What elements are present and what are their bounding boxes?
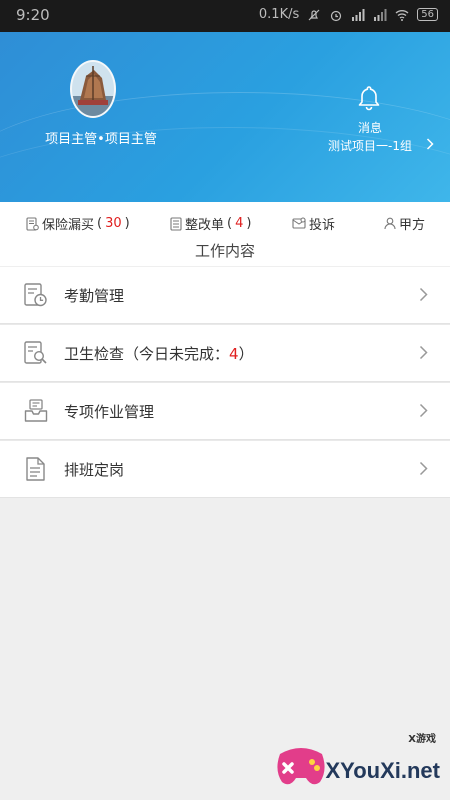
chevron-right-icon — [419, 345, 428, 360]
alarm-icon — [331, 10, 342, 21]
status-time: 9:20 — [16, 6, 50, 24]
network-speed: 0.1K/s — [258, 7, 300, 22]
hygiene-pending-count: 4 — [229, 345, 239, 363]
avatar[interactable] — [70, 60, 116, 118]
hygiene-label: 卫生检查（今日未完成： — [64, 345, 230, 363]
section-title: 工作内容 — [194, 242, 255, 260]
menu-item-special-task[interactable]: 专项作业管理 — [0, 382, 450, 440]
chevron-right-icon — [419, 287, 428, 302]
menu-item-attendance[interactable]: 考勤管理 — [0, 267, 450, 324]
gamepad-logo-icon — [277, 748, 325, 785]
watermark-site: XYouXi.net — [325, 758, 441, 783]
profile-header: 项目主管•项目主管 消息 测试项目一-1组 — [0, 32, 450, 202]
insurance-icon — [26, 216, 39, 231]
menu-item-hygiene-check[interactable]: 卫生检查（今日未完成：4） — [0, 324, 450, 382]
quick-rectification[interactable]: 整改单(4) — [170, 214, 251, 233]
quick-rectification-count: 4 — [235, 216, 244, 231]
client-icon — [384, 217, 396, 230]
messages-link[interactable]: 消息 — [340, 119, 400, 136]
menu-item-label: 排班定岗 — [64, 461, 125, 479]
quick-insurance-count: 30 — [105, 216, 122, 231]
menu-item-label: 专项作业管理 — [64, 403, 155, 421]
complaint-icon — [292, 217, 306, 229]
attendance-icon — [24, 283, 47, 307]
quick-client[interactable]: 甲方 — [384, 214, 425, 233]
quick-insurance-label: 保险漏买 — [42, 218, 95, 233]
work-menu: 考勤管理 卫生检查（今日未完成：4） 专项作业管理 排班定岗 — [0, 267, 450, 498]
special-task-icon — [24, 399, 48, 422]
watermark-tag: X游戏 — [408, 734, 436, 745]
hygiene-check-icon — [24, 341, 47, 364]
signal-icon — [352, 8, 365, 21]
hygiene-label-suffix: ） — [238, 345, 254, 363]
schedule-icon — [26, 457, 45, 481]
chevron-right-icon — [419, 461, 428, 476]
menu-item-label: 考勤管理 — [64, 287, 125, 305]
quick-rectification-label: 整改单 — [185, 218, 225, 233]
quick-complaint-label: 投诉 — [309, 218, 336, 233]
quick-complaint[interactable]: 投诉 — [292, 214, 335, 233]
bell-icon[interactable] — [356, 84, 382, 112]
watermark: X游戏 XYouXi.net — [272, 728, 442, 792]
mute-icon — [308, 9, 320, 20]
quick-actions: 保险漏买(30) 整改单(4) 投诉 甲方 工作内容 — [0, 202, 450, 266]
menu-item-schedule[interactable]: 排班定岗 — [0, 440, 450, 498]
chevron-right-icon[interactable] — [426, 138, 434, 150]
avatar-image — [72, 62, 114, 116]
chevron-right-icon — [419, 403, 428, 418]
quick-client-label: 甲方 — [399, 218, 426, 233]
battery-indicator: 56 — [417, 8, 438, 21]
status-indicators: 0.1K/s 56 — [259, 7, 438, 22]
user-role: 项目主管•项目主管 — [45, 132, 157, 147]
status-bar: 9:20 0.1K/s 56 — [0, 0, 450, 32]
signal-icon-2 — [374, 8, 387, 21]
quick-insurance[interactable]: 保险漏买(30) — [26, 214, 130, 233]
menu-item-label: 卫生检查（今日未完成：4） — [64, 343, 254, 364]
wifi-icon — [395, 9, 409, 21]
project-selector[interactable]: 测试项目一-1组 — [328, 137, 412, 154]
rectification-icon — [170, 216, 182, 231]
